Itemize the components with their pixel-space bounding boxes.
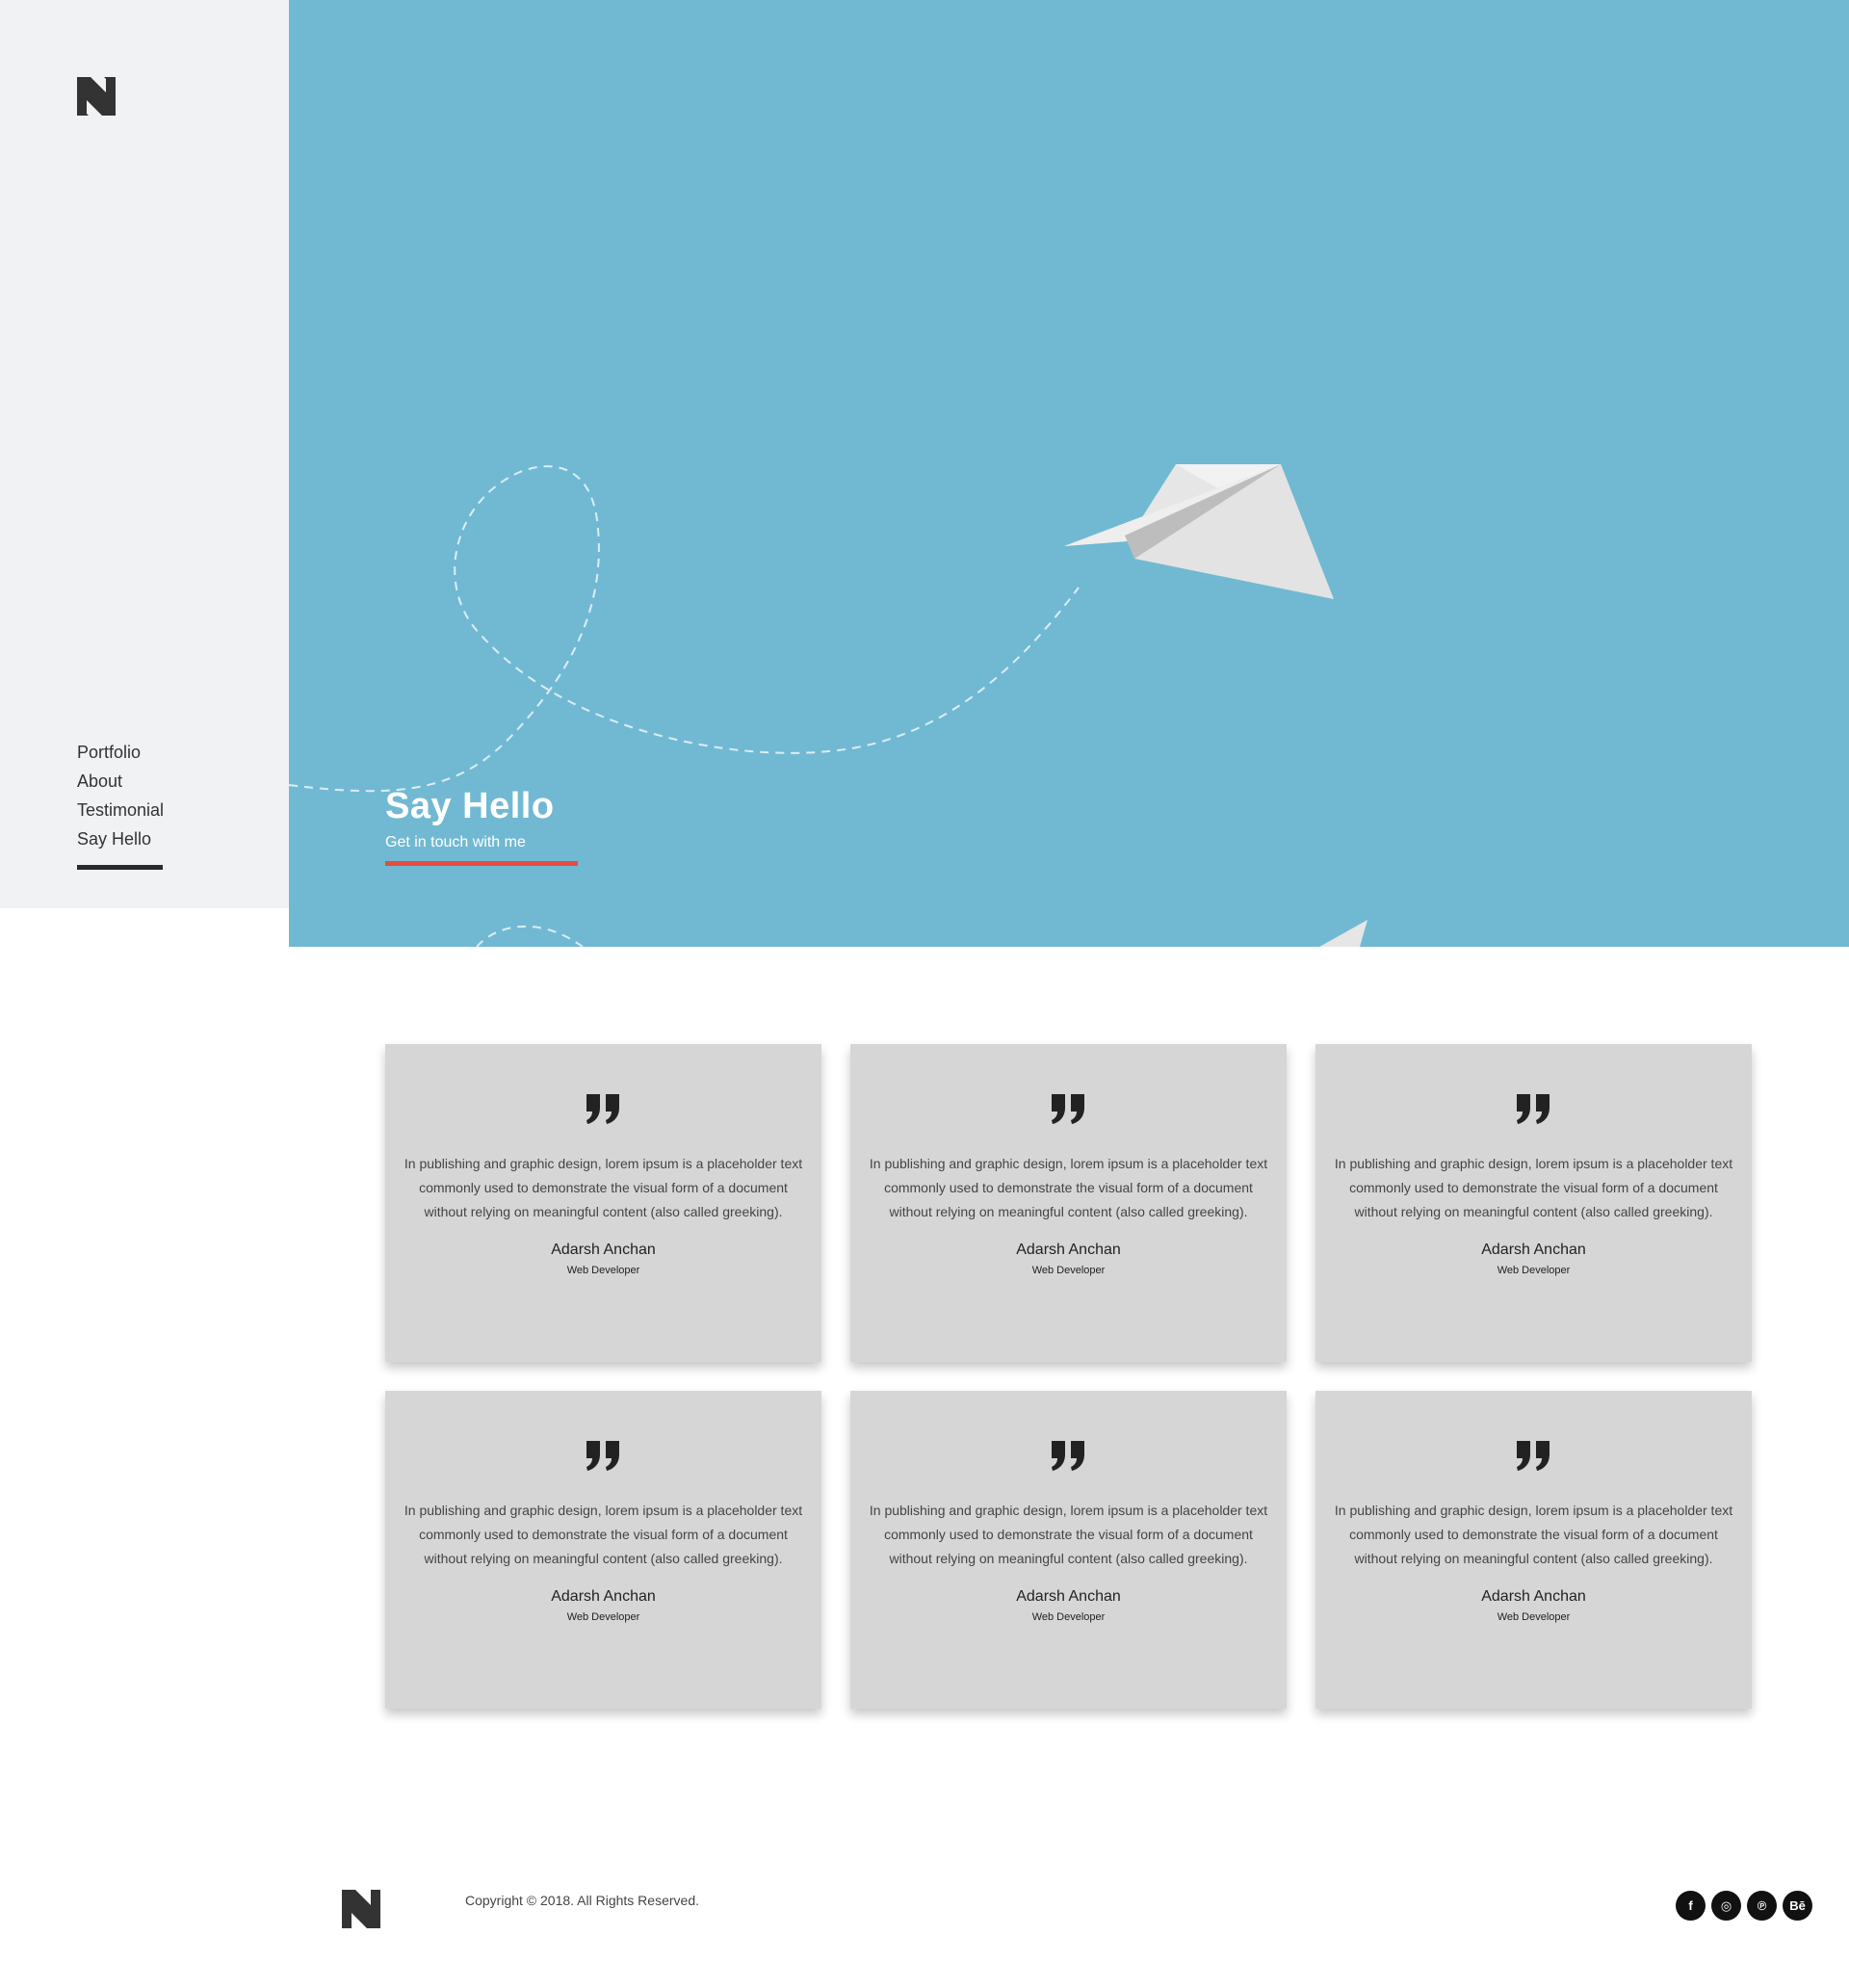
testimonial-card: In publishing and graphic design, lorem … <box>1315 1044 1752 1362</box>
footer-logo[interactable] <box>342 1890 380 1928</box>
pinterest-icon[interactable]: ℗ <box>1747 1891 1777 1921</box>
testimonial-name: Adarsh Anchan <box>1016 1242 1121 1258</box>
facebook-icon[interactable]: f <box>1676 1891 1706 1921</box>
testimonial-name: Adarsh Anchan <box>1481 1242 1586 1258</box>
testimonial-card: In publishing and graphic design, lorem … <box>850 1391 1287 1709</box>
testimonial-text: In publishing and graphic design, lorem … <box>404 1156 803 1219</box>
hero-banner: Say Hello Get in touch with me <box>289 0 1849 947</box>
nav-active-underline <box>77 865 163 870</box>
hero-accent-line <box>385 861 578 866</box>
nav-item-say-hello[interactable]: Say Hello <box>77 824 164 853</box>
main-nav: Portfolio About Testimonial Say Hello <box>77 738 164 853</box>
hero-subtitle: Get in touch with me <box>385 834 526 850</box>
testimonial-text: In publishing and graphic design, lorem … <box>869 1156 1268 1219</box>
testimonial-name: Adarsh Anchan <box>1016 1588 1121 1605</box>
testimonial-role: Web Developer <box>1031 1611 1106 1623</box>
testimonial-text: In publishing and graphic design, lorem … <box>1334 1503 1733 1566</box>
testimonials-grid: In publishing and graphic design, lorem … <box>385 1044 1753 1709</box>
copyright-text: Copyright © 2018. All Rights Reserved. <box>465 1893 699 1908</box>
behance-icon[interactable]: Bē <box>1783 1891 1812 1921</box>
testimonial-name: Adarsh Anchan <box>551 1242 656 1258</box>
testimonial-text: In publishing and graphic design, lorem … <box>1334 1156 1733 1219</box>
quote-icon <box>586 1441 619 1471</box>
testimonial-text: In publishing and graphic design, lorem … <box>869 1503 1268 1566</box>
testimonial-card: In publishing and graphic design, lorem … <box>1315 1391 1752 1709</box>
testimonial-role: Web Developer <box>1031 1265 1106 1276</box>
testimonial-name: Adarsh Anchan <box>551 1588 656 1605</box>
nav-item-about[interactable]: About <box>77 767 164 796</box>
testimonial-role: Web Developer <box>1497 1265 1571 1276</box>
social-links: f ◎ ℗ Bē <box>1676 1891 1812 1921</box>
testimonial-name: Adarsh Anchan <box>1481 1588 1586 1605</box>
testimonial-card: In publishing and graphic design, lorem … <box>385 1044 821 1362</box>
testimonial-text: In publishing and graphic design, lorem … <box>404 1503 803 1566</box>
testimonial-card: In publishing and graphic design, lorem … <box>850 1044 1287 1362</box>
site-logo[interactable] <box>77 77 116 116</box>
quote-icon <box>1516 1441 1550 1471</box>
quote-icon <box>1516 1094 1550 1124</box>
hero-title: Say Hello <box>385 786 555 826</box>
testimonial-role: Web Developer <box>566 1611 640 1623</box>
testimonial-role: Web Developer <box>1497 1611 1571 1623</box>
quote-icon <box>1051 1094 1084 1124</box>
testimonial-role: Web Developer <box>566 1265 640 1276</box>
testimonial-card: In publishing and graphic design, lorem … <box>385 1391 821 1709</box>
nav-item-testimonial[interactable]: Testimonial <box>77 796 164 824</box>
quote-icon <box>1051 1441 1084 1471</box>
quote-icon <box>586 1094 619 1124</box>
instagram-icon[interactable]: ◎ <box>1711 1891 1741 1921</box>
sidebar: Portfolio About Testimonial Say Hello <box>0 0 289 908</box>
nav-item-portfolio[interactable]: Portfolio <box>77 738 164 767</box>
